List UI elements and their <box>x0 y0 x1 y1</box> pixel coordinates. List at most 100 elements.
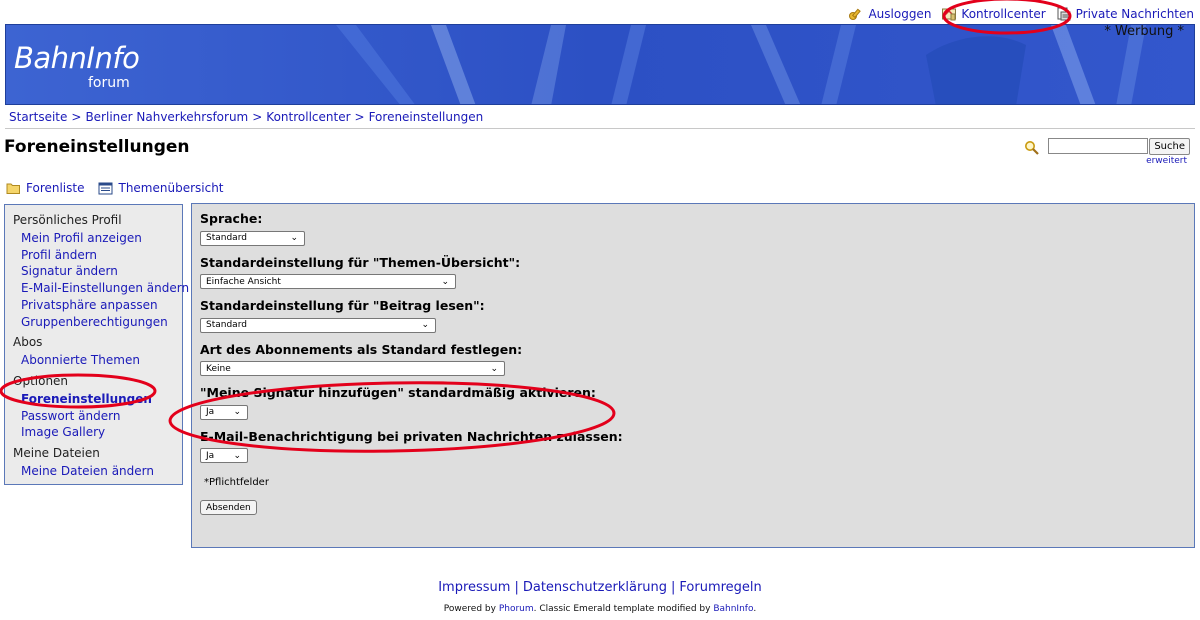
bahninfo-link[interactable]: BahnInfo <box>713 604 753 614</box>
bahninfo-logo-sub: forum <box>88 75 130 91</box>
field-email-benachrichtigung: E-Mail-Benachrichtigung bei privaten Nac… <box>200 428 1194 463</box>
powered-prefix: Powered by <box>443 604 496 614</box>
select-signatur[interactable]: Ja ⌄ <box>200 404 248 420</box>
forenliste-link[interactable]: Forenliste <box>6 181 84 195</box>
divider <box>5 128 1195 129</box>
sidebar-item-email-einstellungen[interactable]: E-Mail-Einstellungen ändern <box>13 280 189 297</box>
kontrollcenter-link[interactable]: Kontrollcenter <box>941 6 1046 22</box>
powered-by: Powered by Phorum. Classic Emerald templ… <box>0 604 1200 614</box>
select-email-benachrichtigung[interactable]: Ja ⌄ <box>200 448 248 463</box>
search-box: Suche <box>1024 136 1190 156</box>
field-signatur: "Meine Signatur hinzufügen" standardmäßi… <box>200 385 1194 420</box>
sidebar-item-abonnierte-themen[interactable]: Abonnierte Themen <box>13 352 182 369</box>
phorum-link[interactable]: Phorum <box>499 604 534 614</box>
select-sprache[interactable]: Standard ⌄ <box>200 230 305 246</box>
private-messages-link[interactable]: Private Nachrichten <box>1056 6 1194 22</box>
select-value: Standard <box>206 233 247 243</box>
search-icon <box>1025 141 1040 155</box>
sidebar-item-foreneinstellungen[interactable]: Foreneinstellungen <box>13 391 182 408</box>
sidebar-group-profil: Persönliches Profil Mein Profil anzeigen… <box>13 213 189 331</box>
private-messages-icon <box>1057 7 1071 21</box>
list-icon <box>98 182 113 194</box>
field-label-abonnement: Art des Abonnements als Standard festleg… <box>200 341 523 357</box>
forum-banner: BahnInfo forum <box>5 24 1195 105</box>
sidebar-item-profil-aendern[interactable]: Profil ändern <box>13 247 182 264</box>
select-themen-uebersicht[interactable]: Einfache Ansicht ⌄ <box>200 274 456 289</box>
themenuebersicht-link[interactable]: Themenübersicht <box>98 181 224 195</box>
chevron-down-icon: ⌄ <box>233 450 241 461</box>
select-value: Einfache Ansicht <box>206 276 281 287</box>
logout-link[interactable]: Ausloggen <box>848 6 931 22</box>
breadcrumb-startseite[interactable]: Startseite <box>9 110 67 124</box>
field-abonnement: Art des Abonnements als Standard festleg… <box>200 341 1194 376</box>
search-input[interactable] <box>1048 138 1149 154</box>
sidebar-heading-profil: Persönliches Profil <box>13 213 122 227</box>
settings-form: Sprache: Standard ⌄ Standardeinstellung f… <box>191 203 1195 548</box>
field-label-signatur: "Meine Signatur hinzufügen" standardmäßi… <box>200 385 596 400</box>
forenliste-label: Forenliste <box>26 181 85 195</box>
sidebar-item-passwort[interactable]: Passwort ändern <box>13 408 182 425</box>
breadcrumb-forum[interactable]: Berliner Nahverkehrsforum <box>85 110 248 124</box>
field-label-email-benachrichtigung: E-Mail-Benachrichtigung bei privaten Nac… <box>200 428 623 444</box>
control-center-sidebar: Persönliches Profil Mein Profil anzeigen… <box>4 204 189 485</box>
select-value: Ja <box>206 450 215 461</box>
private-messages-label: Private Nachrichten <box>1075 7 1194 21</box>
themenuebersicht-label: Themenübersicht <box>118 181 224 195</box>
select-value: Keine <box>206 363 231 374</box>
sidebar-item-image-gallery[interactable]: Image Gallery <box>13 424 182 441</box>
footer-impressum[interactable]: Impressum <box>438 580 510 595</box>
logout-label: Ausloggen <box>868 7 932 21</box>
sidebar-item-dateien-aendern[interactable]: Meine Dateien ändern <box>13 463 182 480</box>
kontrollcenter-label: Kontrollcenter <box>961 7 1046 21</box>
footer-links: Impressum | Datenschutzerklärung | Forumrege… <box>0 580 1200 595</box>
submit-button[interactable]: Absenden <box>200 500 257 515</box>
required-note: *Pflichtfelder <box>204 477 269 488</box>
sidebar-item-mein-profil[interactable]: Mein Profil anzeigen <box>13 230 182 247</box>
folder-icon <box>6 183 20 194</box>
user-links: Ausloggen Kontrollcenter Private Nachric… <box>838 5 1194 23</box>
footer-forumregeln[interactable]: Forumregeln <box>679 580 761 595</box>
bahninfo-logo[interactable]: BahnInfo <box>14 43 140 73</box>
field-beitrag-lesen: Standardeinstellung für "Beitrag lesen":… <box>200 298 1194 333</box>
sidebar-heading-abos: Abos <box>13 335 43 350</box>
sidebar-item-gruppenberechtigungen[interactable]: Gruppenberechtigungen <box>13 314 182 331</box>
field-label-themen-uebersicht: Standardeinstellung für "Themen-Übersich… <box>200 254 521 270</box>
field-label-sprache: Sprache: <box>200 211 263 226</box>
footer-separator: | <box>514 580 519 595</box>
sidebar-heading-dateien: Meine Dateien <box>13 446 100 461</box>
breadcrumb-kontrollcenter[interactable]: Kontrollcenter <box>266 110 350 124</box>
breadcrumb-foreneinstellungen[interactable]: Foreneinstellungen <box>369 110 484 124</box>
sidebar-item-signatur[interactable]: Signatur ändern <box>13 263 182 280</box>
field-sprache: Sprache: Standard ⌄ <box>200 211 1194 246</box>
powered-end: . <box>753 604 757 614</box>
chevron-down-icon: ⌄ <box>233 407 241 417</box>
chevron-down-icon: ⌄ <box>421 320 429 330</box>
powered-middle: . Classic Emerald template modified by <box>533 604 711 614</box>
sidebar-group-abos: Abos Abonnierte Themen <box>13 335 182 369</box>
forum-nav: Forenliste Themenübersicht <box>6 181 238 195</box>
sidebar-heading-optionen: Optionen <box>13 373 69 388</box>
chevron-down-icon: ⌄ <box>290 233 298 243</box>
field-label-beitrag-lesen: Standardeinstellung für "Beitrag lesen": <box>200 298 485 313</box>
footer-separator: | <box>671 580 676 595</box>
select-value: Standard <box>206 320 247 330</box>
select-abonnement[interactable]: Keine ⌄ <box>200 361 505 376</box>
chevron-down-icon: ⌄ <box>490 363 498 374</box>
werbung-label: * Werbung * <box>1104 24 1184 39</box>
page-title: Foreneinstellungen <box>4 137 190 157</box>
sidebar-item-privatsphaere[interactable]: Privatsphäre anpassen <box>13 297 182 314</box>
banner-background <box>6 25 1194 104</box>
sidebar-group-dateien: Meine Dateien Meine Dateien ändern <box>13 446 182 480</box>
breadcrumb-separator: > <box>354 110 365 124</box>
control-center-icon <box>942 8 957 21</box>
breadcrumb-separator: > <box>71 110 82 124</box>
advanced-search-link[interactable]: erweitert <box>1146 156 1187 166</box>
search-button[interactable]: Suche <box>1149 137 1190 155</box>
footer-datenschutz[interactable]: Datenschutzerklärung <box>523 580 667 595</box>
breadcrumb: Startseite > Berliner Nahverkehrsforum > Kon… <box>9 110 483 124</box>
select-value: Ja <box>206 407 215 417</box>
chevron-down-icon: ⌄ <box>441 276 449 287</box>
select-beitrag-lesen[interactable]: Standard ⌄ <box>200 317 436 333</box>
field-themen-uebersicht: Standardeinstellung für "Themen-Übersich… <box>200 254 1194 289</box>
key-icon <box>849 8 862 20</box>
